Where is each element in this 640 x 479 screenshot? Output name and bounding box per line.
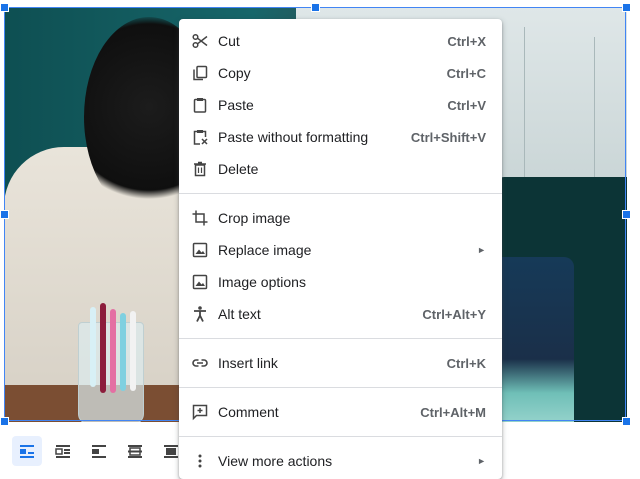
crop-icon <box>191 209 209 227</box>
menu-item-view-more-actions[interactable]: View more actions ► <box>179 445 502 477</box>
menu-item-copy[interactable]: Copy Ctrl+C <box>179 57 502 89</box>
menu-item-shortcut: Ctrl+C <box>446 65 486 81</box>
resize-handle-left[interactable] <box>0 210 9 219</box>
menu-item-shortcut: Ctrl+K <box>446 355 486 371</box>
menu-item-paste-without-formatting[interactable]: Paste without formatting Ctrl+Shift+V <box>179 121 502 153</box>
submenu-arrow-icon: ► <box>477 245 486 255</box>
menu-item-label: Paste <box>218 97 254 113</box>
front-text-icon <box>162 442 180 460</box>
menu-item-label: Paste without formatting <box>218 129 369 145</box>
menu-item-shortcut: Ctrl+V <box>447 97 486 113</box>
menu-item-shortcut: Ctrl+Shift+V <box>410 129 486 145</box>
resize-handle-right[interactable] <box>622 210 631 219</box>
menu-item-label: Insert link <box>218 355 278 371</box>
resize-handle-bottom-left[interactable] <box>0 417 9 426</box>
clipboard-plain-icon <box>191 128 209 146</box>
menu-item-comment[interactable]: Comment Ctrl+Alt+M <box>179 396 502 428</box>
menu-item-label: Replace image <box>218 242 312 258</box>
resize-handle-top[interactable] <box>311 3 320 12</box>
more-vertical-icon <box>191 452 209 470</box>
menu-item-label: Crop image <box>218 210 291 226</box>
menu-item-paste[interactable]: Paste Ctrl+V <box>179 89 502 121</box>
menu-item-label: Copy <box>218 65 251 81</box>
behind-text-button[interactable] <box>120 436 150 466</box>
scissors-icon <box>191 32 209 50</box>
menu-item-cut[interactable]: Cut Ctrl+X <box>179 25 502 57</box>
menu-item-alt-text[interactable]: Alt text Ctrl+Alt+Y <box>179 298 502 330</box>
context-menu: Cut Ctrl+X Copy Ctrl+C Paste Ctrl+V Past… <box>179 19 502 479</box>
comment-add-icon <box>191 403 209 421</box>
menu-separator <box>179 387 502 388</box>
menu-item-insert-link[interactable]: Insert link Ctrl+K <box>179 347 502 379</box>
link-icon <box>191 354 209 372</box>
resize-handle-top-left[interactable] <box>0 3 9 12</box>
wrap-text-button[interactable] <box>48 436 78 466</box>
menu-item-shortcut: Ctrl+Alt+Y <box>422 306 486 322</box>
break-text-icon <box>90 442 108 460</box>
resize-handle-bottom-right[interactable] <box>622 417 631 426</box>
menu-item-label: View more actions <box>218 453 333 469</box>
clipboard-icon <box>191 96 209 114</box>
menu-separator <box>179 338 502 339</box>
wrap-inline-icon <box>18 442 36 460</box>
menu-item-label: Alt text <box>218 306 261 322</box>
menu-separator <box>179 436 502 437</box>
menu-item-label: Cut <box>218 33 240 49</box>
menu-item-crop-image[interactable]: Crop image <box>179 202 502 234</box>
break-text-button[interactable] <box>84 436 114 466</box>
submenu-arrow-icon: ► <box>477 456 486 466</box>
menu-item-shortcut: Ctrl+Alt+M <box>420 404 486 420</box>
behind-text-icon <box>126 442 144 460</box>
wrap-text-icon <box>54 442 72 460</box>
trash-icon <box>191 160 209 178</box>
menu-item-replace-image[interactable]: Replace image ► <box>179 234 502 266</box>
resize-handle-top-right[interactable] <box>622 3 631 12</box>
menu-separator <box>179 193 502 194</box>
menu-item-shortcut: Ctrl+X <box>447 33 486 49</box>
menu-item-image-options[interactable]: Image options <box>179 266 502 298</box>
image-wrap-toolbar <box>12 436 186 468</box>
menu-item-label: Delete <box>218 161 259 177</box>
menu-item-delete[interactable]: Delete <box>179 153 502 185</box>
image-icon <box>191 273 209 291</box>
wrap-inline-button[interactable] <box>12 436 42 466</box>
image-icon <box>191 241 209 259</box>
menu-item-label: Image options <box>218 274 306 290</box>
copy-icon <box>191 64 209 82</box>
menu-item-label: Comment <box>218 404 279 420</box>
accessibility-icon <box>191 305 209 323</box>
